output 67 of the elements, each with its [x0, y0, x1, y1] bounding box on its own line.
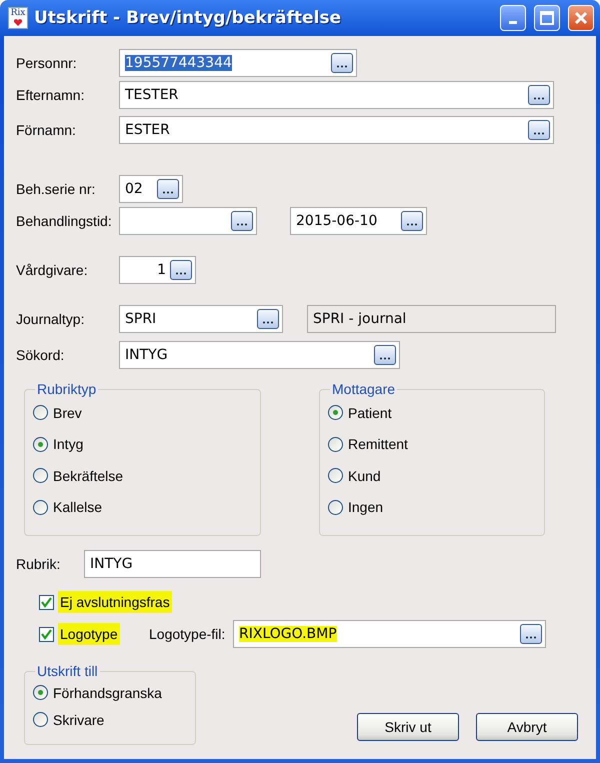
- input-field[interactable]: INTYG: [119, 341, 400, 369]
- close-button[interactable]: [568, 5, 594, 31]
- ellipsis-icon: [533, 96, 545, 101]
- browse-button[interactable]: [520, 624, 542, 644]
- maximize-icon: [540, 11, 554, 25]
- field-label: Logotype-fil:: [149, 626, 226, 642]
- radio-button[interactable]: Intyg: [33, 428, 260, 460]
- field-label: Vårdgivare:: [16, 262, 89, 278]
- radio-button[interactable]: Kallelse: [33, 492, 260, 523]
- browse-button[interactable]: [257, 309, 279, 329]
- field-label: Beh.serie nr:: [16, 181, 96, 197]
- browse-button[interactable]: [401, 211, 423, 231]
- check-icon: [41, 628, 52, 640]
- group-title: Mottagare: [331, 381, 396, 397]
- ellipsis-icon: [379, 356, 391, 361]
- minimize-button[interactable]: [500, 5, 526, 31]
- check-icon: [41, 596, 52, 608]
- field-label: Rubrik:: [16, 556, 62, 572]
- radio-button[interactable]: Kund: [328, 460, 544, 492]
- input-field[interactable]: 02: [119, 175, 183, 203]
- ellipsis-icon: [262, 320, 274, 325]
- ellipsis-icon: [525, 635, 537, 640]
- dialog-button[interactable]: Skriv ut: [357, 713, 459, 741]
- input-field[interactable]: ESTER: [119, 116, 554, 144]
- radio-button[interactable]: Skrivare: [33, 706, 195, 733]
- field-label: Sökord:: [16, 347, 66, 363]
- close-icon: [574, 11, 588, 25]
- group-title: Rubriktyp: [36, 381, 98, 397]
- browse-button[interactable]: [331, 53, 353, 73]
- ellipsis-icon: [162, 190, 174, 195]
- input-field[interactable]: INTYG: [84, 550, 261, 578]
- browse-button[interactable]: [170, 260, 192, 280]
- field-label: Personnr:: [16, 55, 78, 71]
- input-field[interactable]: [119, 207, 257, 235]
- radio-button[interactable]: Brev: [33, 397, 260, 428]
- group-title: Utskrift till: [36, 663, 99, 679]
- dialog-button[interactable]: Avbryt: [476, 713, 578, 741]
- ellipsis-icon: [175, 271, 187, 276]
- description-field: SPRI - journal: [307, 305, 556, 333]
- ellipsis-icon: [533, 131, 545, 136]
- field-label: Behandlingstid:: [16, 213, 113, 229]
- radio-button[interactable]: Bekräftelse: [33, 460, 260, 492]
- minimize-icon: [509, 20, 517, 24]
- input-field[interactable]: RIXLOGO.BMP: [233, 620, 546, 648]
- radio-button[interactable]: Patient: [328, 397, 544, 428]
- input-field[interactable]: 1: [119, 256, 196, 284]
- radio-button[interactable]: Ingen: [328, 492, 544, 523]
- field-label: Förnamn:: [16, 122, 77, 138]
- browse-button[interactable]: [528, 85, 550, 105]
- radio-button[interactable]: Remittent: [328, 428, 544, 460]
- browse-button[interactable]: [374, 345, 396, 365]
- window-title: Utskrift - Brev/intyg/bekräftelse: [34, 8, 342, 28]
- radio-button[interactable]: Förhandsgranska: [33, 679, 195, 706]
- ellipsis-icon: [406, 222, 418, 227]
- input-field[interactable]: TESTER: [119, 81, 554, 109]
- input-field[interactable]: 2015-06-10: [290, 207, 427, 235]
- ellipsis-icon: [336, 64, 348, 69]
- input-field[interactable]: 195577443344: [119, 49, 357, 77]
- input-field[interactable]: SPRI: [119, 305, 283, 333]
- browse-button[interactable]: [231, 211, 253, 231]
- browse-button[interactable]: [157, 179, 179, 199]
- ellipsis-icon: [236, 222, 248, 227]
- browse-button[interactable]: [528, 120, 550, 140]
- field-label: Efternamn:: [16, 87, 86, 103]
- field-label: Journaltyp:: [16, 311, 86, 327]
- app-icon: Rix: [8, 7, 28, 29]
- maximize-button[interactable]: [534, 5, 560, 31]
